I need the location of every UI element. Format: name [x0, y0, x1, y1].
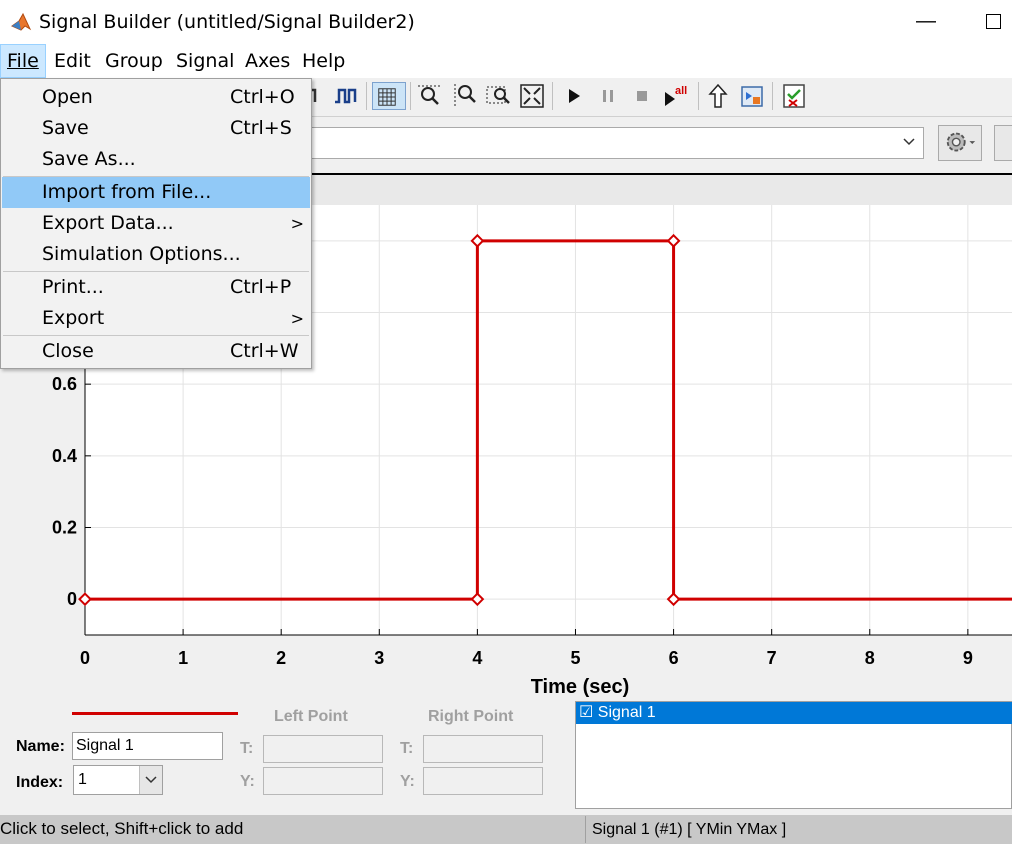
signal-list[interactable]: ☑ Signal 1: [575, 701, 1012, 809]
status-bar: Click to select, Shift+click to add Sign…: [0, 815, 1012, 844]
menu-item-label: Save As...: [42, 148, 136, 170]
menu-item-import-from-file[interactable]: Import from File...: [2, 177, 310, 208]
signal-legend-line: [72, 712, 238, 715]
x-tick-label: 4: [472, 648, 482, 668]
pause-icon[interactable]: [594, 82, 622, 110]
x-tick-label: 6: [669, 648, 679, 668]
right-point-header: Right Point: [428, 708, 514, 725]
file-menu-dropdown: Open Ctrl+O Save Ctrl+S Save As... Import …: [0, 78, 312, 369]
menu-file[interactable]: File: [0, 44, 46, 78]
menu-item-shortcut: Ctrl+O: [230, 86, 295, 108]
menu-item-label: Close: [42, 340, 94, 362]
index-label: Index:: [16, 774, 64, 791]
menu-item-label: Import from File...: [42, 181, 212, 203]
y-tick-label: 0.2: [52, 518, 77, 538]
menu-axes[interactable]: Axes: [239, 44, 296, 78]
menu-item-label: Open: [42, 86, 93, 108]
menu-item-print[interactable]: Print... Ctrl+P: [2, 272, 310, 303]
menu-help[interactable]: Help: [296, 44, 351, 78]
status-signal-info: Signal 1 (#1) [ YMin YMax ]: [585, 816, 1012, 843]
signal-name-field[interactable]: [72, 732, 223, 760]
title-bar: Signal Builder (untitled/Signal Builder2…: [0, 0, 1012, 44]
x-tick-label: 5: [570, 648, 580, 668]
left-t-label: T:: [240, 740, 254, 757]
x-tick-label: 3: [374, 648, 384, 668]
index-select[interactable]: 1: [73, 765, 163, 795]
maximize-button[interactable]: [986, 14, 1001, 29]
requirements-icon[interactable]: [780, 82, 808, 110]
minimize-button[interactable]: —: [916, 10, 936, 32]
play-icon[interactable]: [560, 82, 588, 110]
status-hint: Click to select, Shift+click to add: [0, 819, 244, 838]
right-t-field[interactable]: [423, 735, 543, 763]
settings-button[interactable]: [938, 125, 982, 161]
menu-item-label: Simulation Options...: [42, 243, 241, 265]
submenu-arrow-icon: >: [290, 309, 304, 328]
left-t-field[interactable]: [263, 735, 383, 763]
right-y-label: Y:: [400, 773, 415, 790]
menu-item-export-data[interactable]: Export Data... >: [2, 208, 310, 239]
menu-item-label: Save: [42, 117, 89, 139]
menu-group[interactable]: Group: [99, 44, 169, 78]
window-title: Signal Builder (untitled/Signal Builder2…: [39, 11, 415, 33]
gear-icon: [946, 132, 976, 152]
menu-item-shortcut: Ctrl+W: [230, 340, 299, 362]
x-tick-label: 8: [865, 648, 875, 668]
play-all-icon[interactable]: all: [662, 82, 690, 110]
y-tick-label: 0: [67, 589, 77, 609]
menu-file-label: File: [7, 50, 39, 72]
y-tick-label: 0.6: [52, 374, 77, 394]
y-tick-label: 0.4: [52, 446, 77, 466]
zoom-y-icon[interactable]: [450, 82, 478, 110]
menu-item-save-as[interactable]: Save As...: [2, 144, 310, 175]
right-t-label: T:: [400, 740, 414, 757]
x-tick-label: 0: [80, 648, 90, 668]
menu-item-export[interactable]: Export >: [2, 303, 310, 334]
zoom-t-icon[interactable]: [416, 82, 444, 110]
menu-item-label: Print...: [42, 276, 104, 298]
right-y-field[interactable]: [423, 767, 543, 795]
x-tick-label: 7: [767, 648, 777, 668]
name-label: Name:: [16, 738, 65, 755]
x-axis-title: Time (sec): [530, 676, 630, 698]
menu-item-open[interactable]: Open Ctrl+O: [2, 82, 310, 113]
chevron-down-icon: [903, 138, 915, 146]
menu-item-shortcut: Ctrl+P: [230, 276, 292, 298]
grid-icon[interactable]: [372, 82, 406, 110]
submenu-arrow-icon: >: [290, 214, 304, 233]
left-y-label: Y:: [240, 773, 255, 790]
group-select[interactable]: [300, 127, 924, 159]
signal-list-item[interactable]: ☑ Signal 1: [576, 702, 1012, 724]
menu-signal[interactable]: Signal: [170, 44, 240, 78]
x-tick-label: 2: [276, 648, 286, 668]
svg-text:all: all: [675, 85, 687, 97]
toolbar-overflow-button[interactable]: [994, 125, 1012, 161]
index-dropdown-button[interactable]: [139, 766, 162, 794]
menu-bar: File Edit Group Signal Axes Help: [0, 44, 1012, 78]
menu-item-close[interactable]: Close Ctrl+W: [2, 336, 310, 367]
matlab-icon: [10, 12, 32, 31]
up-arrow-icon[interactable]: [704, 82, 732, 110]
menu-item-label: Export: [42, 307, 105, 329]
zoom-box-icon[interactable]: [484, 82, 512, 110]
menu-item-label: Export Data...: [42, 212, 174, 234]
stop-icon[interactable]: [628, 82, 656, 110]
menu-item-shortcut: Ctrl+S: [230, 117, 292, 139]
menu-item-save[interactable]: Save Ctrl+S: [2, 113, 310, 144]
chevron-down-icon: [145, 776, 157, 784]
signal-properties-panel: Left Point Right Point Name: Index: 1 T:…: [0, 700, 1012, 815]
x-tick-label: 1: [178, 648, 188, 668]
index-value: 1: [78, 771, 87, 788]
left-point-header: Left Point: [274, 708, 348, 725]
fit-view-icon[interactable]: [518, 82, 546, 110]
left-y-field[interactable]: [263, 767, 383, 795]
pulse-icon[interactable]: [332, 82, 360, 110]
x-tick-label: 9: [963, 648, 973, 668]
menu-edit[interactable]: Edit: [48, 44, 97, 78]
menu-item-simulation-options[interactable]: Simulation Options...: [2, 239, 310, 270]
open-model-icon[interactable]: [738, 82, 766, 110]
